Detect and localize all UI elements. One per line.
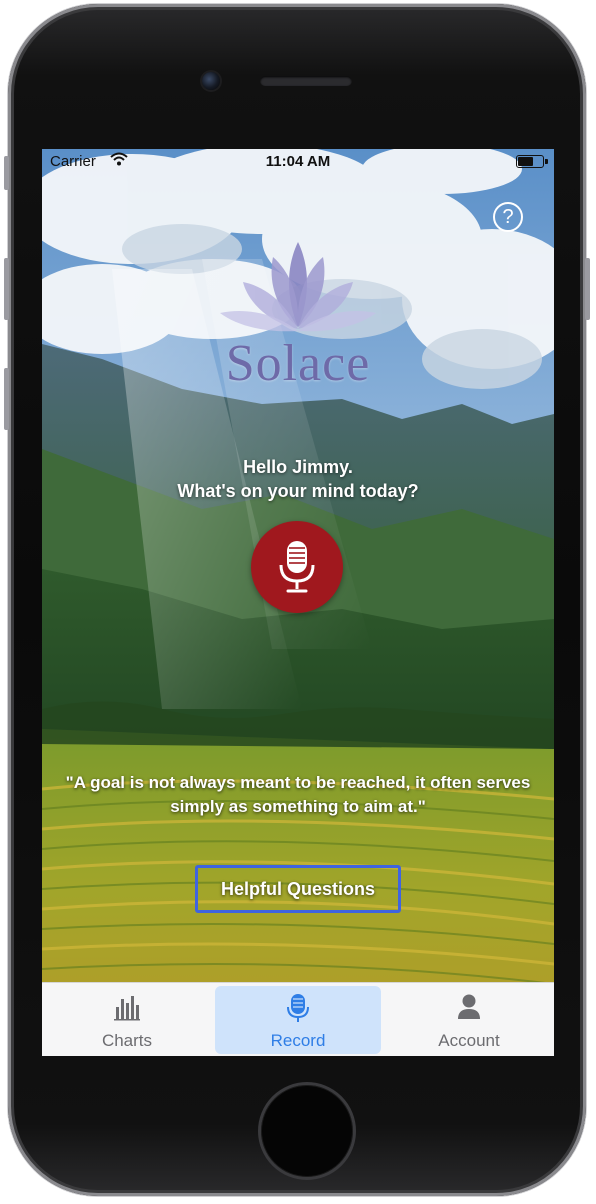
app-screen: Carrier 11:04 AM ? Solace Hello Jimmy. W…: [42, 149, 554, 1056]
greeting-line-1: Hello Jimmy.: [243, 457, 353, 477]
tab-record[interactable]: Record: [213, 983, 383, 1056]
status-bar: Carrier 11:04 AM: [42, 149, 554, 173]
tab-charts-label: Charts: [101, 1031, 153, 1050]
volume-up-button: [4, 258, 9, 320]
status-time: 11:04 AM: [265, 153, 331, 170]
volume-down-button: [4, 368, 9, 430]
earpiece-speaker: [260, 76, 352, 86]
helpful-questions-button[interactable]: Helpful Questions: [195, 865, 401, 913]
person-icon: [458, 994, 480, 1019]
daily-quote: "A goal is not always meant to be reache…: [65, 773, 531, 816]
app-brand-name: Solace: [225, 335, 371, 392]
greeting: Hello Jimmy. What's on your mind today?: [42, 455, 554, 503]
tab-charts[interactable]: Charts: [42, 983, 212, 1056]
tab-record-label: Record: [270, 1031, 326, 1050]
bar-chart-icon: [114, 996, 140, 1021]
record-button[interactable]: [251, 521, 343, 613]
question-icon[interactable]: ?: [493, 202, 523, 232]
battery-icon: [516, 155, 548, 168]
microphone-icon: [287, 994, 309, 1022]
greeting-line-2: What's on your mind today?: [177, 481, 419, 501]
microphone-icon: [279, 541, 315, 593]
tab-account-label: Account: [438, 1031, 500, 1050]
front-camera: [202, 72, 220, 90]
lotus-logo-icon: [220, 242, 376, 332]
tab-bar: Charts Record Account: [42, 982, 554, 1056]
tab-account[interactable]: Account: [384, 983, 554, 1056]
power-button: [585, 258, 590, 320]
home-button[interactable]: [258, 1082, 356, 1180]
mute-switch: [4, 156, 9, 190]
